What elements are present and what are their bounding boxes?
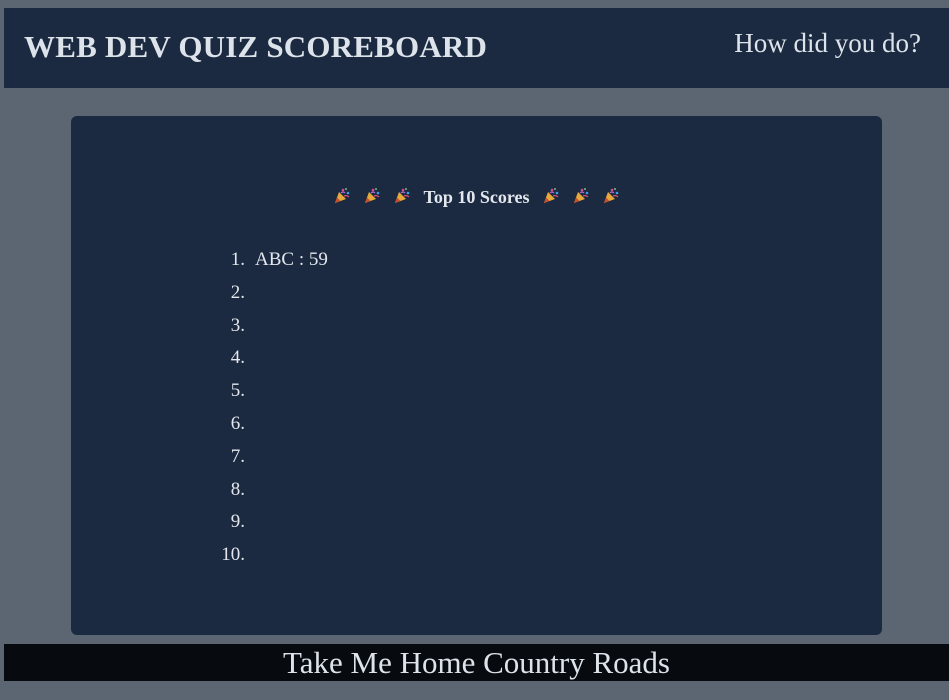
- score-rank: 6.: [230, 412, 245, 434]
- site-title: WEB DEV QUIZ SCOREBOARD: [24, 29, 488, 64]
- score-entry: ABC : 59: [255, 249, 328, 270]
- home-link[interactable]: Take Me Home Country Roads: [283, 645, 670, 680]
- high-score-list: 1. ABC : 59 2. 3. 4. 5. 6. 7. 8. 9. 10.: [211, 246, 328, 574]
- score-item: 7.: [211, 443, 328, 476]
- scoreboard-heading: Top 10 Scores: [71, 186, 882, 210]
- party-popper-icon: [332, 187, 352, 210]
- score-item: 9.: [211, 508, 328, 541]
- score-item: 6.: [211, 410, 328, 443]
- score-item: 2.: [211, 279, 328, 312]
- page-footer: Take Me Home Country Roads: [4, 644, 949, 681]
- score-item: 8.: [211, 476, 328, 509]
- party-popper-icon: [362, 187, 382, 210]
- score-rank: 8.: [230, 478, 245, 500]
- party-popper-icon: [392, 187, 412, 210]
- score-item: 5.: [211, 377, 328, 410]
- scoreboard-heading-text: Top 10 Scores: [423, 187, 530, 207]
- score-rank: 4.: [230, 347, 245, 369]
- party-popper-icon: [571, 187, 591, 210]
- score-rank: 1.: [230, 249, 245, 270]
- score-rank: 2.: [230, 281, 245, 303]
- score-item: 4.: [211, 344, 328, 377]
- party-popper-icon: [541, 187, 561, 210]
- scoreboard-panel: Top 10 Scores 1. ABC : 59 2. 3. 4. 5. 6. …: [71, 116, 882, 635]
- party-popper-icon: [601, 187, 621, 210]
- score-item: 3.: [211, 312, 328, 345]
- score-item: 10.: [211, 541, 328, 574]
- score-rank: 10.: [221, 544, 245, 566]
- score-rank: 3.: [230, 314, 245, 336]
- score-item: 1. ABC : 59: [211, 246, 328, 279]
- page-header: WEB DEV QUIZ SCOREBOARD How did you do?: [4, 8, 949, 88]
- score-rank: 5.: [230, 380, 245, 402]
- tagline: How did you do?: [734, 28, 921, 58]
- score-rank: 9.: [230, 511, 245, 533]
- score-rank: 7.: [230, 445, 245, 467]
